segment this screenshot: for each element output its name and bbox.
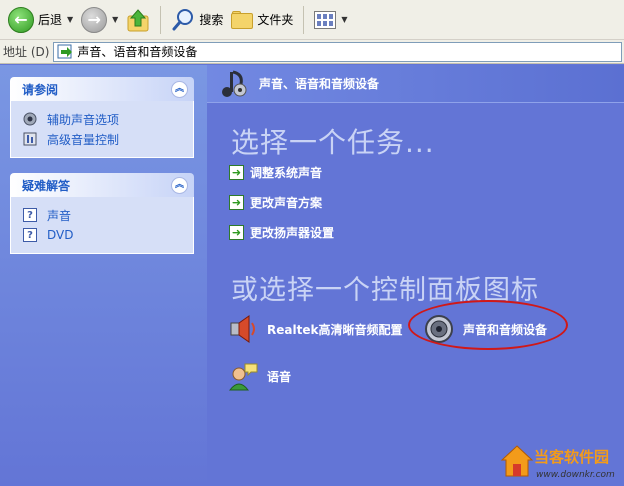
back-dropdown-icon[interactable]: ▼ [67,15,73,24]
task-adjust-system-sounds[interactable]: ➜ 调整系统声音 [229,164,322,181]
highlight-ellipse [408,300,568,350]
search-button[interactable]: 搜索 [167,4,227,36]
toolbar-separator [303,5,305,34]
house-logo-icon [500,445,534,477]
toolbar: ← 后退 ▼ → ▼ 搜索 文件夹 ▼ [0,0,624,40]
cp-item-speech[interactable]: 语音 [227,360,291,392]
task-label: 更改扬声器设置 [250,226,335,240]
collapse-chevron-icon[interactable]: ︽ [171,80,188,98]
see-also-item-advanced-volume[interactable]: 高级音量控制 [23,129,183,149]
back-label: 后退 [38,13,63,27]
control-panel-icon [57,44,73,58]
see-also-header[interactable]: 请参阅 ︽ [10,77,194,101]
see-also-item-label: 辅助声音选项 [47,112,120,127]
green-arrow-icon: ➜ [229,195,244,210]
back-button[interactable]: ← 后退 ▼ [4,4,77,36]
address-label: 地址 (D) [3,45,50,59]
see-also-panel: 请参阅 ︽ 辅助声音选项 高级音量控制 [10,77,194,158]
speaker-icon [23,112,37,126]
see-also-item-label: 高级音量控制 [47,132,120,147]
views-icon [314,10,337,29]
troubleshoot-panel: 疑难解答 ︽ ? 声音 ? DVD [10,173,194,254]
views-button[interactable]: ▼ [310,4,351,36]
forward-dropdown-icon[interactable]: ▼ [112,15,118,24]
forward-button[interactable]: → ▼ [77,4,122,36]
troubleshoot-item-label: DVD [47,228,74,242]
task-change-speaker-settings[interactable]: ➜ 更改扬声器设置 [229,224,334,241]
back-arrow-icon: ← [8,6,34,33]
folders-label: 文件夹 [257,13,294,27]
folders-button[interactable]: 文件夹 [227,4,297,36]
volume-control-icon [23,132,37,146]
troubleshoot-item-sound[interactable]: ? 声音 [23,205,183,225]
task-label: 更改声音方案 [250,196,323,210]
views-dropdown-icon[interactable]: ▼ [341,15,347,24]
collapse-chevron-icon[interactable]: ︽ [171,176,188,194]
up-folder-icon [127,8,149,31]
troubleshoot-title: 疑难解答 [22,178,71,193]
folder-icon [231,10,254,29]
see-also-title: 请参阅 [22,82,59,97]
task-heading: 选择一个任务... [231,126,435,159]
main-content: 声音、语音和音频设备 选择一个任务... ➜ 调整系统声音 ➜ 更改声音方案 ➜… [207,65,624,486]
troubleshoot-header[interactable]: 疑难解答 ︽ [10,173,194,197]
help-icon: ? [23,208,37,222]
green-arrow-icon: ➜ [229,225,244,240]
realtek-speaker-icon [230,315,255,343]
search-icon [172,8,194,30]
up-button[interactable] [122,4,154,36]
address-field[interactable]: 声音、语音和音频设备 [53,41,622,62]
see-also-item-accessibility-sound[interactable]: 辅助声音选项 [23,109,183,129]
see-also-body: 辅助声音选项 高级音量控制 [10,101,194,158]
help-icon: ? [23,228,37,242]
cp-item-label: 语音 [267,369,292,384]
sound-category-icon [222,70,247,97]
task-label: 调整系统声音 [250,166,323,180]
left-task-pane: 请参阅 ︽ 辅助声音选项 高级音量控制 疑难解答 ︽ ? 声音 ? DVD [0,65,207,486]
troubleshoot-body: ? 声音 ? DVD [10,197,194,254]
cp-item-label: Realtek高清晰音频配置 [267,322,403,337]
category-header: 声音、语音和音频设备 [207,65,624,103]
address-value: 声音、语音和音频设备 [77,45,198,59]
green-arrow-icon: ➜ [229,165,244,180]
troubleshoot-item-dvd[interactable]: ? DVD [23,225,183,245]
task-change-sound-scheme[interactable]: ➜ 更改声音方案 [229,194,322,211]
watermark-url: www.downkr.com [536,470,615,480]
speech-icon [228,363,258,391]
forward-arrow-icon: → [81,6,108,33]
category-title: 声音、语音和音频设备 [259,77,380,91]
address-bar: 地址 (D) 声音、语音和音频设备 [0,40,624,64]
search-label: 搜索 [199,13,224,27]
site-watermark: 当客软件园 www.downkr.com [498,442,624,486]
toolbar-separator [160,5,162,34]
watermark-name: 当客软件园 [534,448,610,466]
troubleshoot-item-label: 声音 [47,208,72,223]
cp-item-realtek[interactable]: Realtek高清晰音频配置 [227,313,402,345]
